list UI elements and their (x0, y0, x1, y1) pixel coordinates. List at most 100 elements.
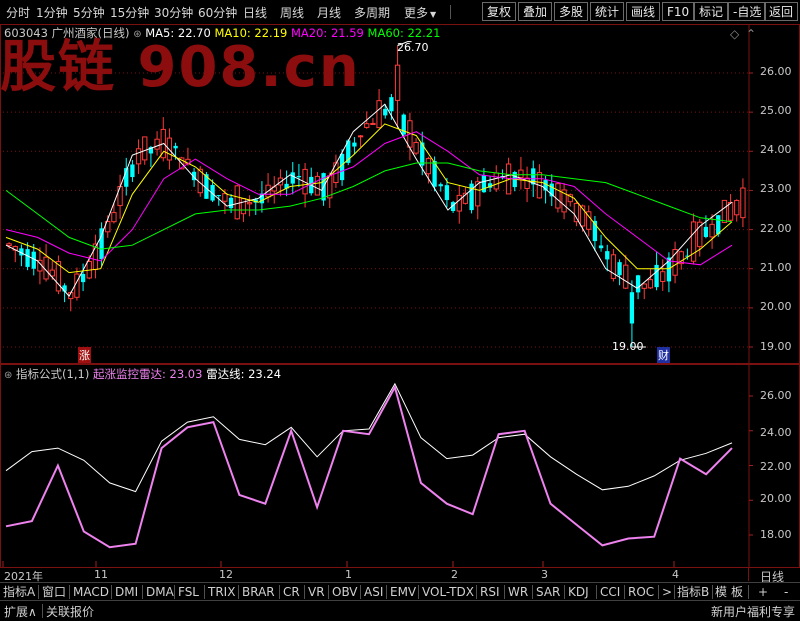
period-monthly-tab[interactable]: 月线 (317, 4, 341, 21)
candle-up (246, 202, 253, 205)
candle-up (394, 64, 401, 101)
candle-up (142, 136, 148, 161)
period-intraday-tab[interactable]: 分时 (6, 4, 30, 21)
time-axis-label: 4 (672, 568, 679, 581)
tab-vr[interactable]: VR (308, 584, 325, 600)
period-60min-tab[interactable]: 60分钟 (198, 4, 237, 21)
new-user-promo-link[interactable]: 新用户福利专享 (711, 603, 795, 620)
candle-up (660, 271, 666, 282)
tab-cci[interactable]: CCI (600, 584, 620, 600)
candle-down (444, 185, 450, 201)
more-label: 更多 (404, 6, 429, 20)
tab-wr[interactable]: WR (508, 584, 528, 600)
tab-divider (624, 585, 625, 599)
adjust-rights-button[interactable]: 复权 (482, 2, 517, 21)
tab-divider (69, 585, 70, 599)
tab-brar[interactable]: BRAR (242, 584, 275, 600)
tab-asi[interactable]: ASI (364, 584, 383, 600)
radar-line (5, 382, 733, 493)
diamond-icon[interactable]: ◇ (730, 27, 739, 41)
candle-down (216, 195, 221, 197)
price-chart[interactable] (1, 25, 799, 363)
tab-divider (532, 585, 533, 599)
zoom-in-button[interactable]: + (758, 584, 768, 600)
collapse-up-icon[interactable]: ⌃ (746, 27, 756, 41)
financial-report-badge[interactable]: 财 (657, 347, 670, 363)
f10-button[interactable]: F10 (662, 2, 695, 21)
candle-up (314, 175, 321, 196)
tab-macd[interactable]: MACD (73, 584, 109, 600)
tab-sar[interactable]: SAR (536, 584, 560, 600)
tab-divider (748, 585, 749, 599)
indicator-tick: 18.00 (760, 528, 792, 541)
candle-up (518, 169, 524, 178)
candle-down (389, 97, 394, 112)
tab-cr[interactable]: CR (283, 584, 300, 600)
indicator-formula-label[interactable]: 指标公式(1,1) (16, 367, 89, 381)
indicator-tick: 22.00 (760, 460, 792, 473)
ma60-label: MA60: 22.21 (367, 26, 441, 40)
tab-fsl[interactable]: FSL (178, 584, 199, 600)
radar-monitor-label: 起涨监控雷达: 23.03 (92, 367, 203, 381)
related-quotes-button[interactable]: 关联报价 (46, 603, 94, 620)
period-weekly-tab[interactable]: 周线 (280, 4, 304, 21)
candle-up (357, 135, 364, 138)
tab-emv[interactable]: EMV (390, 584, 416, 600)
candle-down (99, 228, 104, 260)
tab-divider (386, 585, 387, 599)
period-1min-tab[interactable]: 1分钟 (36, 4, 68, 21)
candle-up (641, 283, 647, 289)
indicator-tick: 20.00 (760, 492, 792, 505)
tab-trix[interactable]: TRIX (208, 584, 235, 600)
candle-down (339, 153, 345, 181)
mark-button[interactable]: 标记 (694, 2, 729, 21)
candle-up (425, 158, 432, 175)
tab-template[interactable]: 模板 (715, 584, 743, 600)
tab-obv[interactable]: OBV (332, 584, 358, 600)
price-tick: 21.00 (760, 261, 792, 274)
candle-down (383, 108, 388, 116)
indicator-chart[interactable] (1, 365, 799, 567)
tab-window[interactable]: 窗口 (42, 584, 66, 600)
tab-dma[interactable]: DMA (146, 584, 174, 600)
tab-indicator-a[interactable]: 指标A (3, 584, 35, 600)
tab-scroll-right[interactable]: > (662, 584, 672, 600)
period-15min-tab[interactable]: 15分钟 (110, 4, 149, 21)
back-button[interactable]: 返回 (764, 2, 799, 21)
zoom-out-button[interactable]: - (784, 584, 788, 600)
indicator-panel[interactable] (0, 364, 800, 568)
price-chart-panel[interactable] (0, 24, 800, 364)
candle-down (228, 197, 234, 209)
expand-button[interactable]: 扩展∧ (4, 603, 37, 620)
time-axis-label: 2 (451, 568, 458, 581)
period-daily-tab[interactable]: 日线 (243, 4, 267, 21)
period-30min-tab[interactable]: 30分钟 (154, 4, 193, 21)
tab-indicator-b[interactable]: 指标B (677, 584, 709, 600)
candle-down (635, 275, 641, 293)
tab-kdj[interactable]: KDJ (568, 584, 589, 600)
candle-up (740, 187, 746, 219)
settings-circle-icon[interactable]: ⊛ (4, 370, 12, 381)
settings-circle-icon[interactable]: ⊛ (133, 29, 141, 40)
remove-watchlist-button[interactable]: -自选 (728, 2, 767, 21)
draw-line-button[interactable]: 画线 (626, 2, 661, 21)
tab-vol-tdx[interactable]: VOL-TDX (422, 584, 474, 600)
ma5-label: MA5: 22.70 (145, 26, 211, 40)
tab-rsi[interactable]: RSI (480, 584, 500, 600)
candle-up (493, 172, 499, 190)
price-tick: 20.00 (760, 300, 792, 313)
limit-up-badge[interactable]: 涨 (78, 347, 91, 363)
indicator-tick: 26.00 (760, 389, 792, 402)
candle-up (647, 279, 654, 289)
period-5min-tab[interactable]: 5分钟 (73, 4, 105, 21)
candle-down (296, 176, 302, 178)
tab-dmi[interactable]: DMI (115, 584, 138, 600)
multi-stock-button[interactable]: 多股 (554, 2, 589, 21)
period-multi-tab[interactable]: 多周期 (354, 4, 390, 21)
template-label-1: 模 (715, 585, 728, 599)
candle-down (438, 184, 443, 187)
statistics-button[interactable]: 统计 (590, 2, 625, 21)
overlay-button[interactable]: 叠加 (518, 2, 553, 21)
tab-roc[interactable]: ROC (628, 584, 654, 600)
period-more-tab[interactable]: 更多 ▼ (404, 4, 436, 21)
